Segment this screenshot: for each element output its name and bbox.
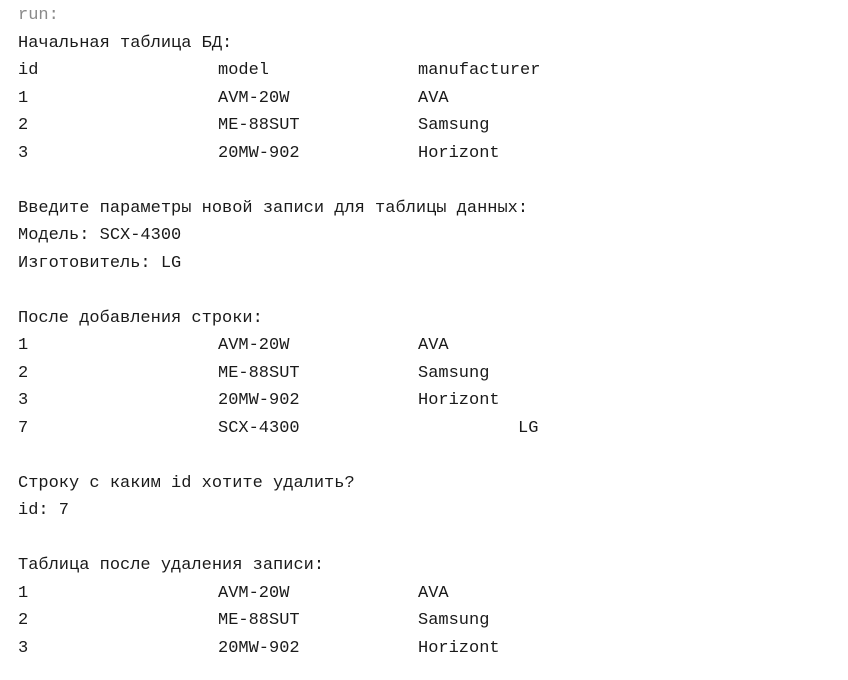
cell-model: 20MW-902: [218, 638, 300, 658]
table-row: 1 AVM-20W AVA: [18, 580, 848, 608]
cell-id: 1: [18, 88, 29, 108]
cell-manufacturer: Samsung: [418, 363, 490, 383]
cell-manufacturer: AVA: [418, 88, 449, 108]
cell-model: ME-88SUT: [218, 363, 300, 383]
header-id: id: [18, 61, 39, 80]
cell-model: ME-88SUT: [218, 116, 300, 135]
table-row: 3 20MW-902 Horizont: [18, 387, 848, 415]
cell-manufacturer: Horizont: [418, 143, 500, 163]
delete-answer-line: id: 7: [18, 501, 70, 520]
cell-id: 2: [18, 363, 29, 383]
cell-model: ME-88SUT: [218, 611, 300, 630]
cell-model: AVM-20W: [218, 583, 290, 603]
cell-id: 2: [18, 611, 29, 630]
model-input-line: Модель: SCX-4300: [18, 226, 182, 245]
cell-model: 20MW-902: [218, 391, 300, 410]
cell-id: 3: [18, 143, 29, 163]
cell-model: 20MW-902: [218, 143, 300, 163]
cell-id: 3: [18, 391, 29, 410]
table-row: 3 20MW-902 Horizont: [18, 140, 848, 168]
header-manufacturer: manufacturer: [418, 61, 541, 80]
cell-manufacturer: Horizont: [418, 391, 500, 410]
cell-manufacturer: LG: [518, 418, 539, 438]
manufacturer-input-line: Изготовитель: LG: [18, 253, 182, 273]
delete-question: Строку с каким id хотите удалить?: [18, 473, 355, 493]
cell-id: 7: [18, 418, 29, 438]
console-output: run: Начальная таблица БД: id model manu…: [0, 0, 848, 680]
cell-id: 2: [18, 116, 29, 135]
initial-table-header-row: id model manufacturer: [18, 57, 848, 85]
table-row: 2 ME-88SUT Samsung: [18, 112, 848, 140]
cell-id: 3: [18, 638, 29, 658]
table-row: 1 AVM-20W AVA: [18, 85, 848, 113]
cell-manufacturer: Horizont: [418, 638, 500, 658]
cell-id: 1: [18, 583, 29, 603]
new-record-prompt: Введите параметры новой записи для табли…: [18, 198, 529, 218]
after-add-heading: После добавления строки:: [18, 308, 263, 328]
header-model: model: [218, 61, 270, 80]
cell-id: 1: [18, 336, 29, 355]
table-row: 3 20MW-902 Horizont: [18, 635, 848, 663]
cell-manufacturer: AVA: [418, 336, 449, 355]
run-label: run:: [18, 6, 59, 25]
initial-table-heading: Начальная таблица БД:: [18, 33, 233, 53]
cell-model: AVM-20W: [218, 336, 290, 355]
table-row: 1 AVM-20W AVA: [18, 332, 848, 360]
cell-manufacturer: Samsung: [418, 116, 490, 135]
cell-manufacturer: Samsung: [418, 611, 490, 630]
cell-manufacturer: AVA: [418, 583, 449, 603]
after-delete-heading: Таблица после удаления записи:: [18, 556, 325, 575]
table-row: 2 ME-88SUT Samsung: [18, 607, 848, 635]
cell-model: AVM-20W: [218, 88, 290, 108]
table-row: 7 SCX-4300 LG: [18, 415, 848, 443]
table-row: 2 ME-88SUT Samsung: [18, 360, 848, 388]
cell-model: SCX-4300: [218, 418, 300, 438]
